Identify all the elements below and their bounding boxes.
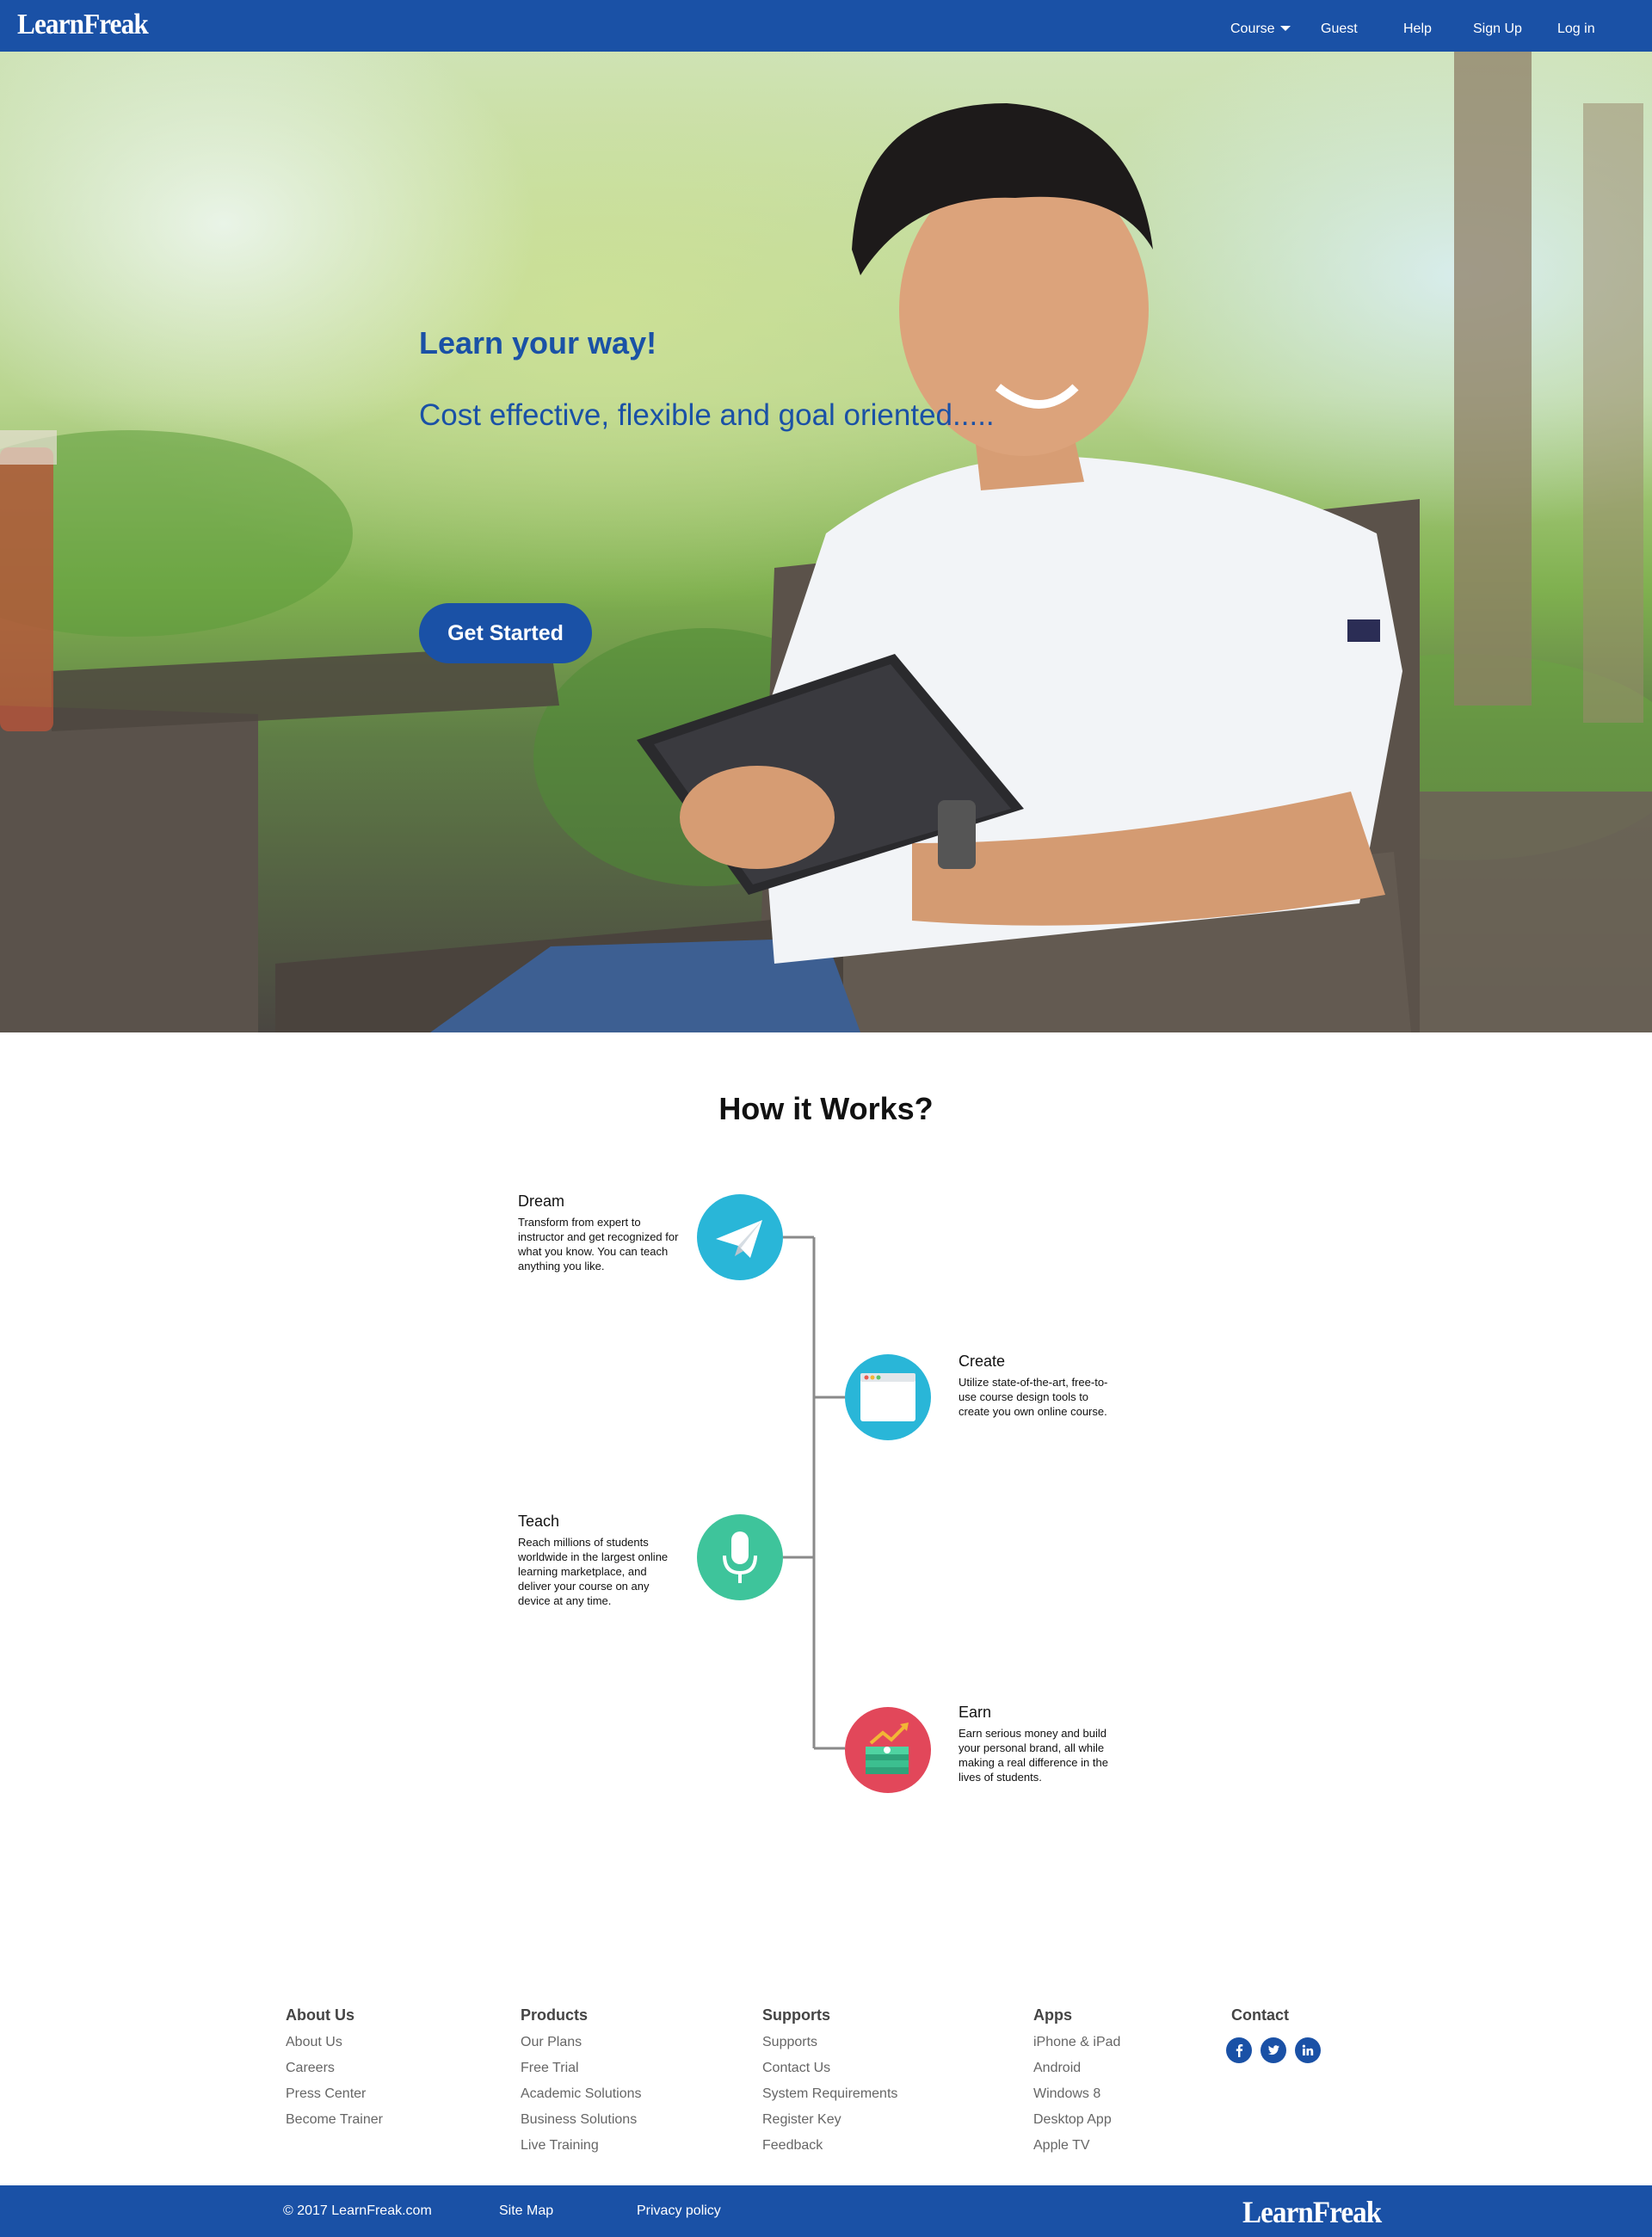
footer-link-supports[interactable]: Supports [762,2034,897,2060]
step-title: Earn [959,1704,992,1721]
money-growth-icon [866,1722,909,1774]
nav-item-sign-up[interactable]: Sign Up [1473,0,1522,52]
facebook-icon[interactable] [1226,2037,1252,2063]
nav-item-course[interactable]: Course [1230,0,1291,52]
footer-link-careers[interactable]: Careers [286,2060,383,2086]
microphone-icon [723,1531,757,1583]
copyright-text: © 2017 LearnFreak.com [283,2203,432,2218]
footer-link-our-plans[interactable]: Our Plans [521,2034,642,2060]
footer-link-become-trainer[interactable]: Become Trainer [286,2111,383,2137]
footer-link-system-requirements[interactable]: System Requirements [762,2086,897,2111]
footer-brand-logo[interactable]: LearnFreak [1242,2194,1382,2230]
step-title: Create [959,1353,1006,1370]
footer-bottom-bar: © 2017 LearnFreak.com Site Map Privacy p… [0,2185,1652,2237]
footer-link-live-training[interactable]: Live Training [521,2137,642,2163]
step-teach-badge [697,1514,783,1600]
footer-col-about-us: About Us About Us Careers Press Center B… [286,2006,383,2137]
nav-item-course-label: Course [1230,22,1275,36]
footer-heading: Apps [1033,2006,1072,2024]
site-map-link[interactable]: Site Map [499,2185,553,2237]
footer-heading: Products [521,2006,589,2024]
footer-col-apps: Apps iPhone & iPad Android Windows 8 Des… [1033,2006,1120,2163]
step-description: Reach millions of students worldwide in … [518,1536,669,1607]
step-description: Utilize state-of-the-art, free-to-use co… [959,1376,1108,1418]
footer-link-android[interactable]: Android [1033,2060,1120,2086]
footer-heading: Supports [762,2006,830,2024]
caret-down-icon [1279,25,1291,31]
footer-col-supports: Supports Supports Contact Us System Requ… [762,2006,897,2163]
step-title: Teach [518,1513,560,1530]
footer-link-register-key[interactable]: Register Key [762,2111,897,2137]
step-description: Earn serious money and build your person… [959,1727,1108,1784]
step-create-badge [845,1354,931,1440]
browser-window-icon [860,1373,915,1421]
footer-link-contact-us[interactable]: Contact Us [762,2060,897,2086]
footer-link-press-center[interactable]: Press Center [286,2086,383,2111]
footer-link-windows-8[interactable]: Windows 8 [1033,2086,1120,2111]
step-earn-badge [845,1707,931,1793]
top-navbar: LearnFreak Course Guest Help Sign Up Log… [0,0,1652,52]
linkedin-icon[interactable] [1295,2037,1321,2063]
step-title: Dream [518,1192,565,1210]
footer-heading: Contact [1231,2006,1289,2024]
footer-link-apple-tv[interactable]: Apple TV [1033,2137,1120,2163]
footer-link-feedback[interactable]: Feedback [762,2137,897,2163]
footer-link-academic-solutions[interactable]: Academic Solutions [521,2086,642,2111]
timeline-connector [783,1236,845,1750]
footer-link-free-trial[interactable]: Free Trial [521,2060,642,2086]
footer-link-about-us[interactable]: About Us [286,2034,383,2060]
nav-item-log-in[interactable]: Log in [1557,0,1595,52]
footer-col-products: Products Our Plans Free Trial Academic S… [521,2006,642,2163]
nav-item-help[interactable]: Help [1403,0,1432,52]
paper-plane-icon [716,1220,762,1258]
step-description: Transform from expert to instructor and … [518,1216,679,1273]
footer-heading: About Us [286,2006,354,2024]
privacy-policy-link[interactable]: Privacy policy [637,2185,721,2237]
main-nav: Course Guest Help Sign Up Log in [0,0,1652,52]
footer-link-iphone-ipad[interactable]: iPhone & iPad [1033,2034,1120,2060]
footer-col-contact: Contact [1231,2006,1289,2034]
footer-link-desktop-app[interactable]: Desktop App [1033,2111,1120,2137]
nav-item-guest[interactable]: Guest [1321,0,1358,52]
step-dream-badge [697,1194,783,1280]
twitter-icon[interactable] [1261,2037,1286,2063]
footer-link-business-solutions[interactable]: Business Solutions [521,2111,642,2137]
